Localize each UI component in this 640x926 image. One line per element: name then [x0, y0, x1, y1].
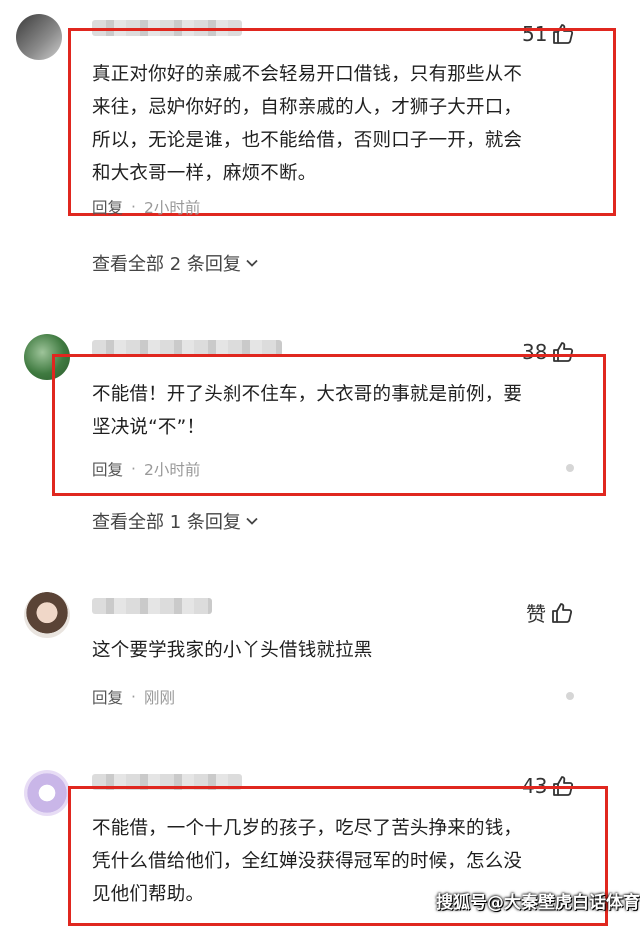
chevron-down-icon	[246, 517, 258, 525]
comment-line: 不能借，一个十几岁的孩子，吃尽了苦头挣来的钱，	[92, 818, 523, 839]
comment-text: 不能借！开了头刹不住车，大衣哥的事就是前例，要 坚决说“不”！	[92, 378, 592, 444]
comment-line: 所以，无论是谁，也不能给借，否则口子一开，就会	[92, 130, 523, 151]
comment-line: 不能借！开了头刹不住车，大衣哥的事就是前例，要	[92, 384, 523, 405]
comment-meta: 回复 · 刚刚	[92, 686, 175, 708]
comment-time: 2小时前	[143, 461, 201, 479]
more-options-icon[interactable]	[566, 464, 574, 472]
separator-dot: ·	[131, 460, 136, 478]
comment-meta: 回复 · 2小时前	[92, 197, 200, 217]
comment-line: 真正对你好的亲戚不会轻易开口借钱，只有那些从不	[92, 64, 523, 85]
like-button[interactable]: 赞	[526, 598, 574, 627]
separator-dot: ·	[131, 198, 136, 216]
view-all-replies-label: 查看全部 1 条回复	[92, 512, 241, 533]
view-all-replies-button[interactable]: 查看全部 1 条回复	[92, 508, 259, 534]
comment-line: 来往，忌妒你好的，自称亲戚的人，才狮子大开口，	[92, 97, 523, 118]
reply-button[interactable]: 回复	[92, 458, 123, 480]
avatar[interactable]	[24, 770, 70, 816]
avatar[interactable]	[16, 14, 62, 60]
comment-time: 2小时前	[143, 199, 201, 217]
separator-dot: ·	[131, 688, 136, 706]
watermark: 搜狐号@大秦壁虎白话体育	[436, 893, 640, 913]
like-label: 赞	[526, 602, 546, 626]
more-options-icon[interactable]	[566, 692, 574, 700]
reply-button[interactable]: 回复	[92, 197, 123, 217]
chevron-down-icon	[246, 259, 258, 267]
comment-meta: 回复 · 2小时前	[92, 458, 200, 480]
comment-line: 坚决说“不”！	[92, 417, 206, 438]
view-all-replies-button[interactable]: 查看全部 2 条回复	[92, 250, 259, 276]
comment-line: 凭什么借给他们，全红婵没获得冠军的时候，怎么没	[92, 851, 523, 872]
comment-text: 真正对你好的亲戚不会轻易开口借钱，只有那些从不 来往，忌妒你好的，自称亲戚的人，…	[92, 58, 602, 190]
comment-text: 这个要学我家的小丫头借钱就拉黑	[92, 634, 592, 667]
comment-line: 这个要学我家的小丫头借钱就拉黑	[92, 640, 373, 661]
username-blurred[interactable]	[92, 598, 212, 614]
avatar[interactable]	[24, 592, 70, 638]
view-all-replies-label: 查看全部 2 条回复	[92, 254, 241, 275]
comment-time: 刚刚	[143, 689, 175, 707]
thumbs-up-icon	[552, 602, 573, 623]
comment-line: 和大衣哥一样，麻烦不断。	[92, 163, 317, 184]
reply-button[interactable]: 回复	[92, 686, 123, 708]
